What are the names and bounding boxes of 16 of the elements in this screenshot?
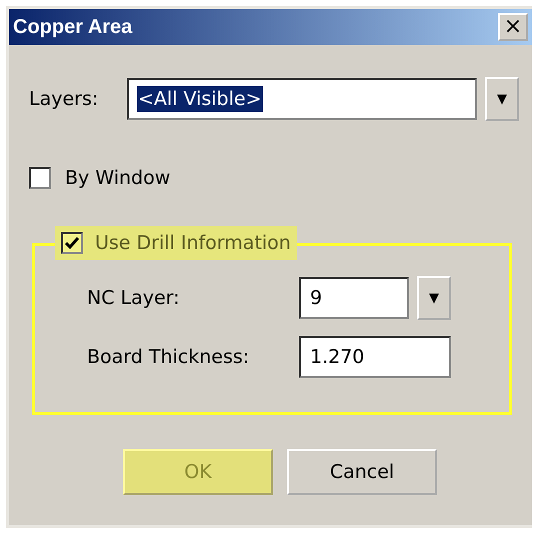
dropdown-button[interactable]: ▼	[485, 77, 519, 121]
layers-field[interactable]: <All Visible>	[127, 78, 477, 120]
close-button[interactable]: ×	[498, 13, 528, 41]
checkbox[interactable]	[61, 232, 83, 254]
nc-layer-field[interactable]: 9	[299, 277, 409, 319]
dropdown-button[interactable]: ▼	[417, 276, 451, 320]
thickness-field[interactable]: 1.270	[299, 336, 451, 378]
checkbox-label: Use Drill Information	[95, 232, 291, 254]
checkbox[interactable]	[29, 167, 51, 189]
checkmark-icon	[65, 237, 79, 249]
field-label: Board Thickness:	[87, 346, 250, 368]
checkbox-label: By Window	[65, 167, 170, 189]
dialog-button[interactable]: Cancel	[287, 449, 437, 495]
layers-label: Layers:	[29, 88, 100, 110]
window-title: Copper Area	[13, 16, 132, 38]
field-label: NC Layer:	[87, 287, 181, 309]
